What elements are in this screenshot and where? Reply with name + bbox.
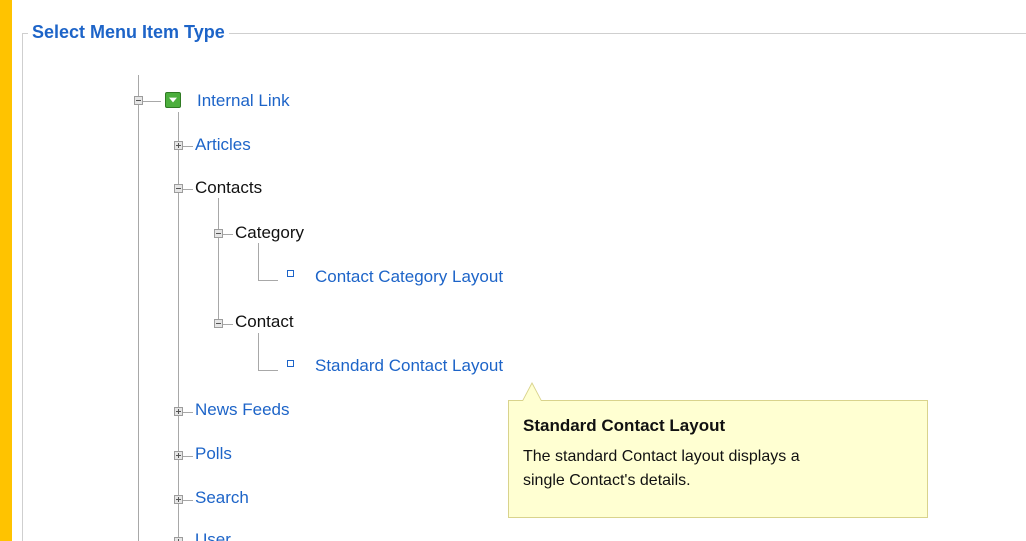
tooltip: Standard Contact Layout The standard Con… <box>508 400 928 518</box>
tree-item-news-feeds[interactable]: News Feeds <box>195 400 289 420</box>
tree-item-articles[interactable]: Articles <box>195 135 251 155</box>
expand-toggle-icon[interactable] <box>174 537 183 541</box>
expand-toggle-icon[interactable] <box>174 495 183 504</box>
tree-connector <box>183 146 193 147</box>
tree-guide-line <box>178 112 179 541</box>
expand-toggle-icon[interactable] <box>174 141 183 150</box>
leaf-node-icon <box>287 270 294 277</box>
internal-link-icon <box>165 92 181 108</box>
tree-item-contact[interactable]: Contact <box>235 312 294 332</box>
tree-guide-line <box>218 198 219 326</box>
tree-connector <box>183 456 193 457</box>
menu-item-type-panel: Select Menu Item Type Internal Link Arti… <box>12 0 1026 541</box>
tree-connector <box>258 280 278 281</box>
tree-item-user[interactable]: User <box>195 530 231 541</box>
leaf-node-icon <box>287 360 294 367</box>
tree-item-standard-contact-layout[interactable]: Standard Contact Layout <box>315 356 503 376</box>
tree-connector <box>183 412 193 413</box>
tree-guide-line <box>138 75 139 541</box>
tree-item-contacts[interactable]: Contacts <box>195 178 262 198</box>
tree-item-category[interactable]: Category <box>235 223 304 243</box>
collapse-toggle-icon[interactable] <box>134 96 143 105</box>
expand-toggle-icon[interactable] <box>174 407 183 416</box>
collapse-toggle-icon[interactable] <box>214 319 223 328</box>
tree-item-polls[interactable]: Polls <box>195 444 232 464</box>
tree-item-contact-category-layout[interactable]: Contact Category Layout <box>315 267 503 287</box>
tree-connector <box>223 324 233 325</box>
collapse-toggle-icon[interactable] <box>214 229 223 238</box>
tooltip-title: Standard Contact Layout <box>523 416 726 435</box>
tooltip-pointer-fill <box>523 384 541 401</box>
tree-guide-line <box>258 243 259 281</box>
tree-connector <box>183 189 193 190</box>
tree-guide-line <box>258 333 259 371</box>
tree-connector <box>143 101 161 102</box>
tree-item-search[interactable]: Search <box>195 488 249 508</box>
expand-toggle-icon[interactable] <box>174 451 183 460</box>
tree-item-internal-link[interactable]: Internal Link <box>197 91 290 111</box>
fieldset-legend: Select Menu Item Type <box>28 20 229 44</box>
tooltip-description-line-2: single Contact's details. <box>523 472 691 489</box>
tooltip-description-line-1: The standard Contact layout displays a <box>523 448 800 465</box>
tree-connector <box>223 234 233 235</box>
collapse-toggle-icon[interactable] <box>174 184 183 193</box>
tree-connector <box>258 370 278 371</box>
tree-connector <box>183 500 193 501</box>
